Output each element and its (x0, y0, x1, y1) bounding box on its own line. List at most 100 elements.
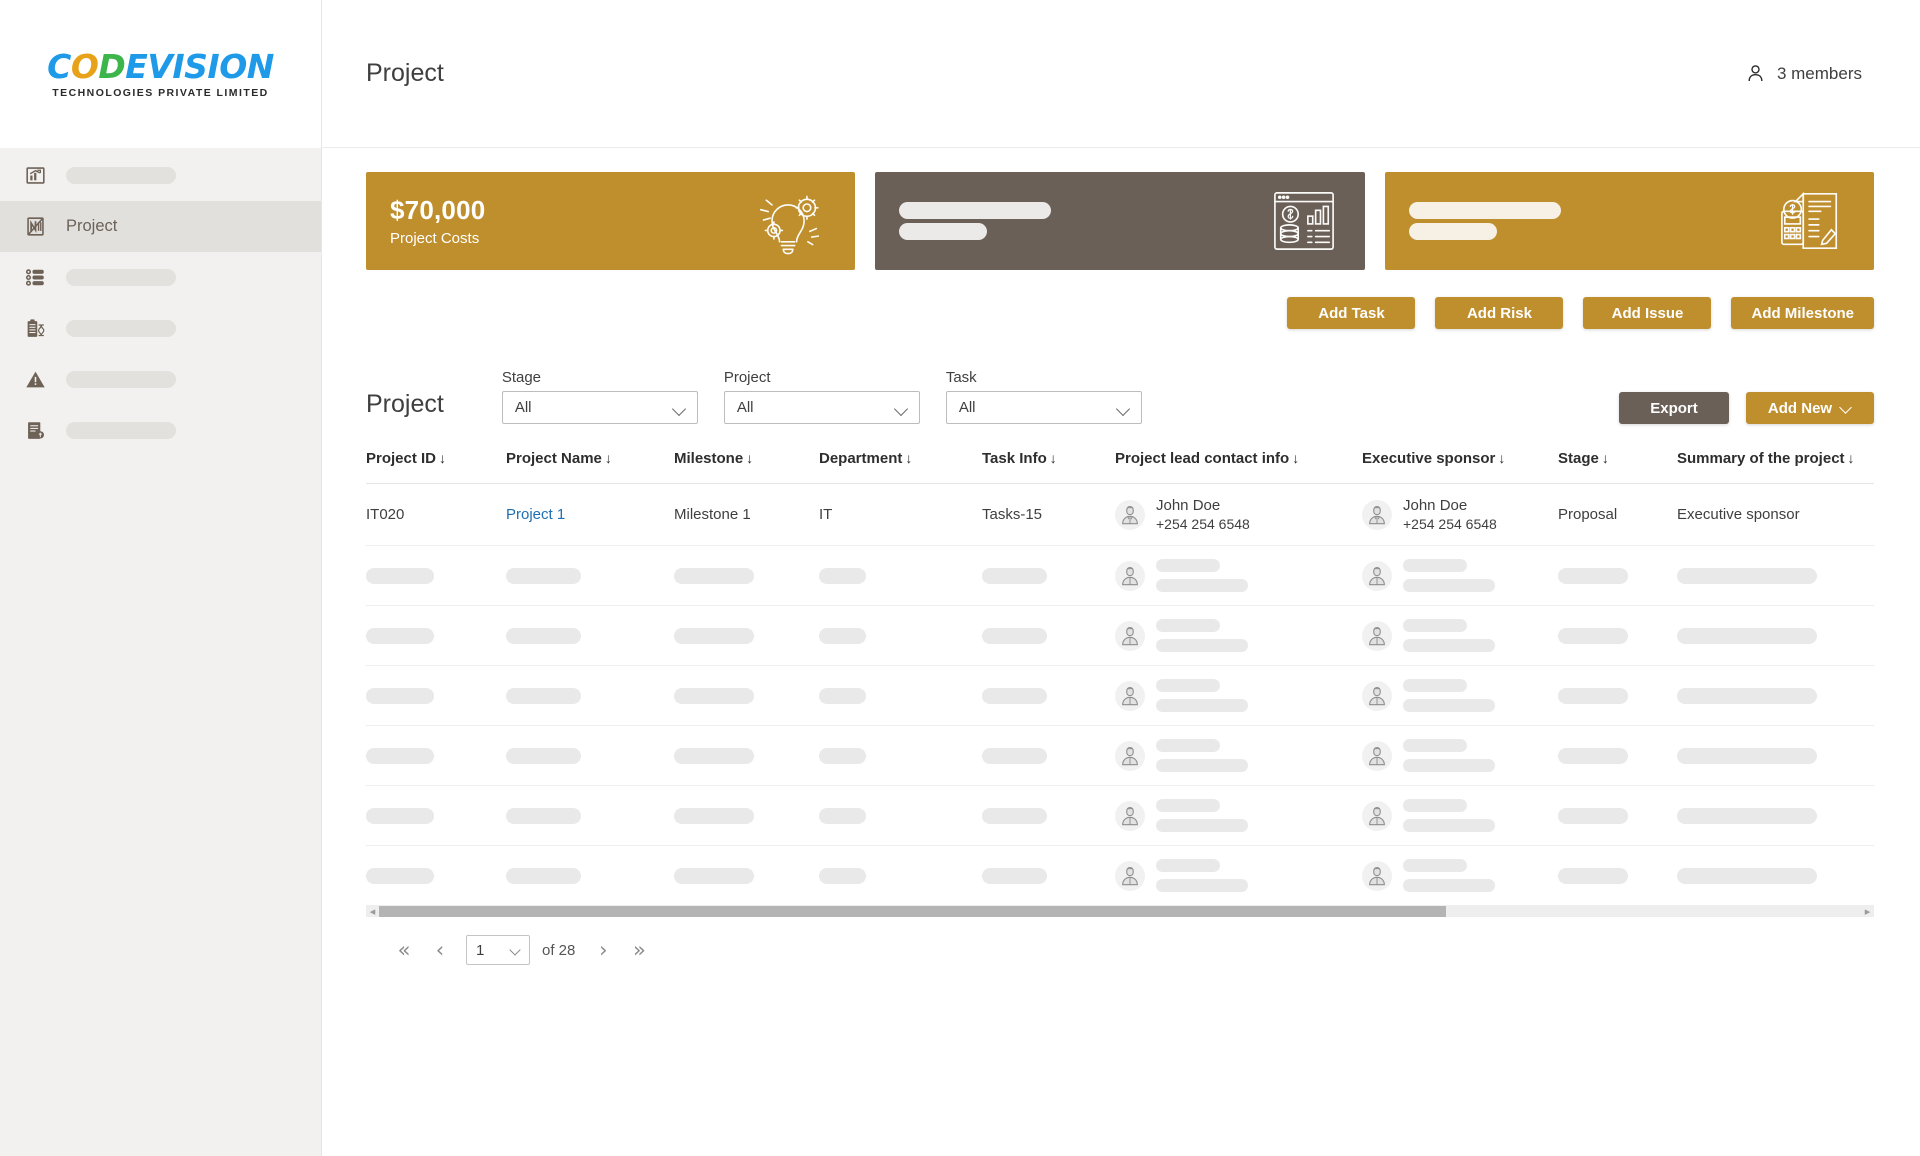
calculator-invoice-icon (1776, 188, 1846, 254)
filter-project-select[interactable]: All (723, 391, 920, 424)
person-avatar-icon (1115, 740, 1145, 771)
current-page-value: 1 (476, 941, 485, 959)
prev-page-button[interactable]: ‹ (422, 935, 458, 965)
add-milestone-button[interactable]: Add Milestone (1731, 297, 1874, 329)
column-header-executive-sponsor[interactable]: Executive sponsor ↓ (1362, 436, 1558, 484)
export-button[interactable]: Export (1619, 392, 1729, 424)
table-row[interactable] (366, 665, 1874, 726)
cell-project-id (366, 845, 506, 906)
kpi-value-placeholder (899, 202, 1052, 219)
person-avatar-icon (1362, 560, 1392, 591)
cell-task-info (982, 725, 1115, 786)
sidebar-item-clipboard[interactable] (0, 303, 321, 354)
lead-phone: +254 254 6548 (1156, 516, 1250, 532)
add-new-button[interactable]: Add New (1746, 392, 1874, 424)
sidebar-item-reports[interactable] (0, 405, 321, 456)
project-name-link[interactable]: Project 1 (506, 506, 565, 523)
cell-milestone (674, 605, 819, 666)
table-row[interactable] (366, 545, 1874, 606)
cell-summary (1677, 605, 1874, 666)
kpi-label-placeholder (899, 223, 988, 240)
cell-project-id (366, 665, 506, 726)
person-avatar-icon (1115, 499, 1145, 530)
logo-wordmark: CODEVISION (47, 46, 274, 86)
chevron-down-icon (895, 404, 908, 412)
page-title: Project (366, 59, 444, 87)
person-avatar-icon (1115, 800, 1145, 831)
first-page-button[interactable]: « (386, 935, 422, 965)
column-label: Task Info (982, 450, 1047, 467)
table-row[interactable] (366, 605, 1874, 666)
cell-department (819, 545, 982, 606)
kpi-card-value: $70,000 (390, 195, 486, 225)
table-row[interactable]: IT020 Project 1 Milestone 1 IT Tasks-15 (366, 483, 1874, 546)
brand-logo[interactable]: CODEVISION TECHNOLOGIES PRIVATE LIMITED (0, 0, 321, 148)
kpi-card-3[interactable] (1384, 172, 1874, 270)
lead-name: John Doe (1156, 497, 1221, 514)
cell-summary (1677, 785, 1874, 846)
kpi-card-project-costs[interactable]: $70,000 Project Costs (366, 172, 856, 270)
sidebar-item-analytics[interactable] (0, 150, 321, 201)
column-label: Department (819, 450, 903, 467)
column-header-summary[interactable]: Summary of the project ↓ (1677, 436, 1874, 484)
sort-arrow-icon: ↓ (1847, 450, 1855, 466)
cell-milestone (674, 545, 819, 606)
cell-task-info (982, 605, 1115, 666)
table-row[interactable] (366, 725, 1874, 786)
cell-executive-sponsor (1362, 725, 1558, 786)
members-indicator[interactable]: 3 members (1745, 63, 1862, 84)
column-label: Project ID (366, 450, 437, 467)
table-header-row: Project ID ↓ Project Name ↓ Milestone ↓ Dep… (366, 436, 1874, 484)
sidebar-item-label-placeholder (66, 320, 176, 337)
list-database-icon (24, 267, 46, 289)
main-area: Project 3 members $70,000 Project Costs (322, 0, 1920, 1156)
cell-executive-sponsor (1362, 665, 1558, 726)
scroll-left-icon[interactable]: ◂ (366, 905, 379, 918)
scrollbar-track[interactable] (379, 906, 1861, 917)
analytics-icon (24, 165, 46, 187)
filter-project-value: All (736, 399, 754, 416)
last-page-button[interactable]: » (621, 935, 657, 965)
table-row[interactable] (366, 785, 1874, 846)
scroll-right-icon[interactable]: ▸ (1861, 905, 1874, 918)
column-header-stage[interactable]: Stage ↓ (1558, 436, 1677, 484)
filter-task-select[interactable]: All (945, 391, 1142, 424)
cell-executive-sponsor (1362, 545, 1558, 606)
sidebar-item-project[interactable]: Project (0, 201, 321, 252)
table-row[interactable] (366, 845, 1874, 906)
column-label: Stage (1558, 450, 1599, 467)
cell-task-info (982, 545, 1115, 606)
filter-stage: Stage All (501, 369, 698, 424)
person-avatar-icon (1362, 680, 1392, 711)
person-avatar-icon (1362, 499, 1392, 530)
cell-department (819, 785, 982, 846)
sidebar-item-risks[interactable] (0, 354, 321, 405)
cell-department (819, 605, 982, 666)
column-header-department[interactable]: Department ↓ (819, 436, 982, 484)
sidebar-item-label-placeholder (66, 269, 176, 286)
cell-stage (1558, 605, 1677, 666)
column-header-project-name[interactable]: Project Name ↓ (506, 436, 674, 484)
table-horizontal-scrollbar[interactable]: ◂ ▸ (366, 905, 1874, 918)
filter-stage-select[interactable]: All (501, 391, 698, 424)
cell-summary (1677, 665, 1874, 726)
add-risk-button[interactable]: Add Risk (1435, 297, 1564, 329)
cell-executive-sponsor (1362, 605, 1558, 666)
column-header-project-id[interactable]: Project ID ↓ (366, 436, 506, 484)
person-avatar-icon (1115, 620, 1145, 651)
column-header-project-lead[interactable]: Project lead contact info ↓ (1115, 436, 1362, 484)
column-header-milestone[interactable]: Milestone ↓ (674, 436, 819, 484)
kpi-card-skeleton (899, 202, 1052, 240)
add-task-button[interactable]: Add Task (1287, 297, 1416, 329)
top-header: Project 3 members (322, 0, 1920, 148)
scrollbar-thumb[interactable] (379, 906, 1447, 917)
page-select[interactable]: 1 (466, 935, 530, 965)
kpi-card-2[interactable] (875, 172, 1365, 270)
sidebar-item-list[interactable] (0, 252, 321, 303)
column-header-task-info[interactable]: Task Info ↓ (982, 436, 1115, 484)
person-avatar-icon (1362, 800, 1392, 831)
next-page-button[interactable]: › (585, 935, 621, 965)
project-table-wrapper: Project ID ↓ Project Name ↓ Milestone ↓ Dep… (366, 436, 1874, 1156)
add-issue-button[interactable]: Add Issue (1583, 297, 1712, 329)
kpi-card-text: $70,000 Project Costs (390, 195, 485, 247)
